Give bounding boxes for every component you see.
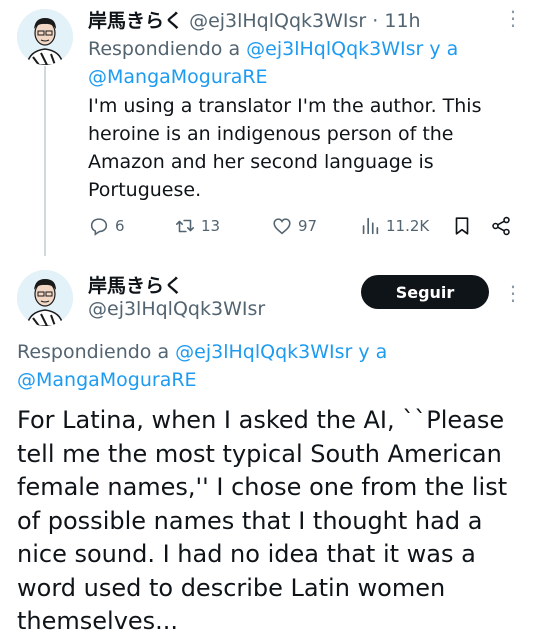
avatar[interactable] — [17, 9, 73, 65]
reply-prefix: Respondiendo a — [17, 341, 170, 363]
views-icon — [362, 217, 379, 235]
avatar-illustration — [17, 9, 73, 65]
retweet-icon — [175, 219, 195, 233]
reply-icon — [90, 218, 108, 236]
reply-prefix: Respondiendo a — [88, 38, 241, 60]
bookmark-icon — [455, 217, 469, 235]
like-count: 97 — [298, 217, 318, 235]
reply-and-text: y a — [429, 38, 459, 60]
reply-mention-link[interactable]: @ej3lHqlQqk3WIsr — [246, 38, 423, 60]
views-button[interactable]: 11.2K — [359, 215, 429, 237]
tweet-time[interactable]: 11h — [384, 10, 420, 32]
views-count: 11.2K — [386, 217, 430, 235]
avatar-illustration — [17, 270, 73, 326]
retweet-count: 13 — [201, 217, 221, 235]
reply-and-text: y a — [358, 341, 388, 363]
tweet-header: 岸馬きらく @ej3lHqlQqk3WIsr · 11h — [88, 6, 421, 33]
bookmark-button[interactable] — [451, 215, 473, 237]
more-icon: ⋮ — [503, 281, 523, 305]
author-handle[interactable]: @ej3lHqlQqk3WIsr — [88, 298, 265, 320]
more-options-button[interactable]: ⋮ — [503, 8, 523, 28]
retweet-button[interactable]: 13 — [174, 215, 220, 237]
share-icon — [492, 216, 510, 236]
more-icon: ⋮ — [503, 6, 523, 30]
reply-context: Respondiendo a @ej3lHqlQqk3WIsr y a @Man… — [88, 35, 508, 91]
tweet-actions: 6 13 97 11.2K — [88, 215, 528, 243]
header-separator: · — [372, 10, 379, 32]
reply-mention-link[interactable]: @ej3lHqlQqk3WIsr — [175, 341, 352, 363]
reply-button[interactable]: 6 — [88, 215, 125, 237]
reply-count: 6 — [115, 217, 125, 235]
author-name[interactable]: 岸馬きらく — [88, 271, 183, 298]
tweet-body: For Latina, when I asked the AI, ``Pleas… — [17, 406, 508, 635]
like-button[interactable]: 97 — [271, 215, 317, 237]
thread-connector-line — [44, 66, 46, 256]
avatar[interactable] — [17, 270, 73, 326]
share-button[interactable] — [490, 215, 512, 237]
like-icon — [273, 218, 291, 235]
follow-button[interactable]: Seguir — [361, 275, 489, 309]
reply-mention-link[interactable]: @MangaMoguraRE — [88, 66, 268, 88]
tweet-body: I'm using a translator I'm the author. T… — [88, 95, 482, 201]
more-options-button[interactable]: ⋮ — [503, 283, 523, 303]
reply-mention-link[interactable]: @MangaMoguraRE — [17, 369, 197, 391]
author-handle[interactable]: @ej3lHqlQqk3WIsr — [189, 10, 366, 32]
author-name[interactable]: 岸馬きらく — [88, 10, 183, 32]
reply-context: Respondiendo a @ej3lHqlQqk3WIsr y a @Man… — [17, 338, 517, 394]
